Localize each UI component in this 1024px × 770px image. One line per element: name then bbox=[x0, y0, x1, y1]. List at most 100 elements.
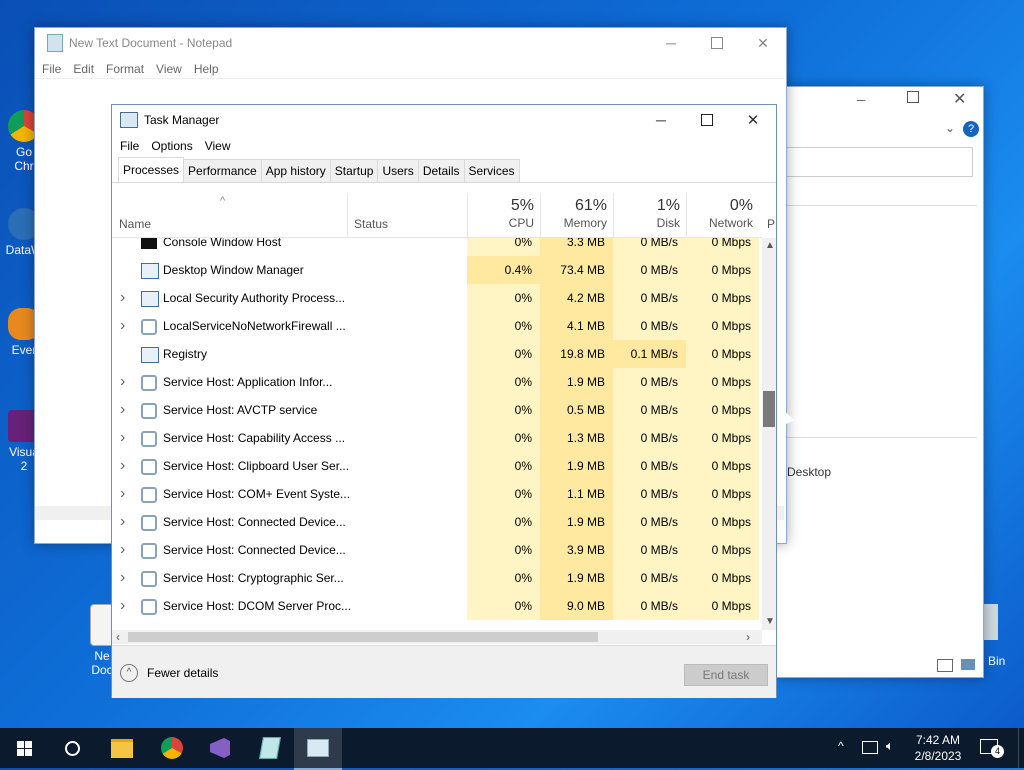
table-row[interactable]: › Service Host: AVCTP service 0% 0.5 MB 0 MB… bbox=[112, 396, 762, 424]
chevron-down-icon[interactable]: ⌄ bbox=[945, 121, 955, 135]
gear-icon bbox=[141, 431, 157, 447]
large-icons-view-icon[interactable] bbox=[961, 659, 975, 670]
menu-help[interactable]: Help bbox=[188, 58, 225, 80]
action-center-button[interactable]: 4 bbox=[980, 736, 1004, 758]
table-row[interactable]: Console Window Host 0% 3.3 MB 0 MB/s 0 Mbps bbox=[112, 238, 762, 256]
horizontal-scrollbar[interactable]: ‹ › bbox=[112, 630, 762, 644]
menu-file[interactable]: File bbox=[36, 58, 67, 80]
network-icon[interactable] bbox=[862, 741, 878, 754]
column-header-name[interactable]: Name bbox=[119, 217, 151, 231]
clock[interactable]: 7:42 AM 2/8/2023 bbox=[906, 732, 970, 764]
scroll-down-arrow[interactable]: ▼ bbox=[765, 616, 775, 627]
explorer-window[interactable]: ─ ✕ ⌄ ? Desktop bbox=[776, 86, 984, 678]
column-header-disk[interactable]: 1% Disk bbox=[613, 193, 686, 237]
expand-chevron-icon[interactable]: › bbox=[120, 396, 130, 424]
minimize-button[interactable]: ─ bbox=[857, 93, 866, 107]
network-cell: 0 Mbps bbox=[686, 256, 759, 284]
search-button[interactable] bbox=[48, 728, 96, 768]
table-row[interactable]: › Service Host: COM+ Event Syste... 0% 1.1 … bbox=[112, 480, 762, 508]
expand-chevron-icon[interactable]: › bbox=[120, 368, 130, 396]
details-view-icon[interactable] bbox=[937, 659, 953, 672]
column-header-status[interactable]: Status bbox=[347, 193, 467, 237]
tab-details[interactable]: Details bbox=[417, 159, 465, 182]
column-header-network[interactable]: 0% Network bbox=[686, 193, 759, 237]
taskbar-visual-studio[interactable] bbox=[196, 728, 244, 768]
expand-chevron-icon[interactable]: › bbox=[120, 424, 130, 452]
table-row[interactable]: › Service Host: DCOM Server Proc... 0% 9.0 … bbox=[112, 592, 762, 620]
taskbar-task-manager[interactable] bbox=[294, 728, 342, 770]
menu-edit[interactable]: Edit bbox=[67, 58, 100, 80]
desktop-nav-item[interactable]: Desktop bbox=[787, 465, 831, 479]
table-row[interactable]: › Local Security Authority Process... 0% 4.… bbox=[112, 284, 762, 312]
expand-chevron-icon[interactable]: › bbox=[120, 452, 130, 480]
tab-strip: Processes Performance App history Startu… bbox=[118, 157, 520, 182]
menu-file[interactable]: File bbox=[114, 135, 145, 157]
search-field[interactable] bbox=[785, 147, 973, 177]
help-icon[interactable]: ? bbox=[963, 121, 979, 137]
table-row[interactable]: › Service Host: Capability Access ... 0% 1.… bbox=[112, 424, 762, 452]
table-row[interactable]: › Service Host: Cryptographic Ser... 0% 1.9… bbox=[112, 564, 762, 592]
close-button[interactable]: ✕ bbox=[953, 89, 966, 109]
table-row[interactable]: › Service Host: Connected Device... 0% 1.9 … bbox=[112, 508, 762, 536]
task-manager-footer: ^ Fewer details End task bbox=[112, 645, 776, 698]
volume-icon[interactable]: 🔈︎ bbox=[886, 738, 894, 754]
table-row[interactable]: › LocalServiceNoNetworkFirewall ... 0% 4.1 … bbox=[112, 312, 762, 340]
network-cell: 0 Mbps bbox=[686, 396, 759, 424]
scroll-thumb[interactable] bbox=[128, 632, 598, 642]
window-title: New Text Document - Notepad bbox=[69, 36, 233, 50]
menu-format[interactable]: Format bbox=[100, 58, 150, 80]
disk-cell: 0.1 MB/s bbox=[613, 340, 686, 368]
end-task-button[interactable]: End task bbox=[684, 664, 768, 686]
menu-options[interactable]: Options bbox=[145, 135, 198, 157]
expand-chevron-icon[interactable]: › bbox=[120, 480, 130, 508]
tab-performance[interactable]: Performance bbox=[183, 159, 262, 182]
scroll-right-arrow[interactable]: › bbox=[746, 630, 750, 644]
maximize-button[interactable] bbox=[907, 91, 919, 103]
maximize-button[interactable] bbox=[684, 105, 730, 135]
menu-view[interactable]: View bbox=[150, 58, 188, 80]
minimize-button[interactable]: ─ bbox=[638, 105, 684, 135]
column-header-cpu[interactable]: 5% CPU bbox=[467, 193, 540, 237]
expand-chevron-icon[interactable]: › bbox=[120, 536, 130, 564]
close-button[interactable]: ✕ bbox=[730, 105, 776, 135]
task-manager-window[interactable]: Task Manager ─ ✕ File Options View Proce… bbox=[111, 104, 777, 698]
task-manager-titlebar[interactable]: Task Manager ─ ✕ bbox=[112, 105, 776, 135]
maximize-button[interactable] bbox=[694, 28, 740, 58]
notepad-titlebar[interactable]: New Text Document - Notepad ─ ✕ bbox=[35, 28, 786, 58]
taskbar-notepad[interactable] bbox=[246, 728, 294, 768]
clock-time: 7:42 AM bbox=[915, 733, 961, 747]
taskbar-chrome[interactable] bbox=[148, 728, 196, 768]
minimize-button[interactable]: ─ bbox=[648, 28, 694, 58]
show-desktop-button[interactable] bbox=[1018, 728, 1024, 768]
table-row[interactable]: Registry 0% 19.8 MB 0.1 MB/s 0 Mbps bbox=[112, 340, 762, 368]
table-row[interactable]: Desktop Window Manager 0.4% 73.4 MB 0 MB/s 0… bbox=[112, 256, 762, 284]
show-hidden-icons-chevron-icon[interactable]: ^ bbox=[838, 739, 844, 753]
tab-app-history[interactable]: App history bbox=[260, 159, 331, 182]
table-row[interactable]: › Service Host: Connected Device... 0% 3.9 … bbox=[112, 536, 762, 564]
expand-chevron-icon[interactable]: › bbox=[120, 284, 130, 312]
taskbar-file-explorer[interactable] bbox=[98, 728, 146, 768]
table-row[interactable]: › Service Host: Application Infor... 0% 1.9… bbox=[112, 368, 762, 396]
expand-chevron-icon[interactable]: › bbox=[120, 312, 130, 340]
cpu-cell: 0% bbox=[467, 368, 540, 396]
close-button[interactable]: ✕ bbox=[740, 28, 786, 58]
table-row[interactable]: › Service Host: Clipboard User Ser... 0% 1.… bbox=[112, 452, 762, 480]
tab-users[interactable]: Users bbox=[377, 159, 419, 182]
memory-cell: 73.4 MB bbox=[540, 256, 613, 284]
column-header-power-clipped[interactable]: P bbox=[767, 217, 775, 231]
fewer-details-button[interactable]: ^ Fewer details bbox=[120, 664, 218, 682]
memory-cell: 4.2 MB bbox=[540, 284, 613, 312]
scroll-up-arrow[interactable]: ▲ bbox=[765, 240, 775, 251]
menu-view[interactable]: View bbox=[199, 135, 237, 157]
tab-services[interactable]: Services bbox=[463, 159, 520, 182]
recycle-bin-desktop-icon[interactable]: e Bin bbox=[978, 604, 1022, 668]
scroll-left-arrow[interactable]: ‹ bbox=[116, 630, 120, 644]
start-button[interactable] bbox=[0, 728, 48, 768]
expand-chevron-icon[interactable]: › bbox=[120, 564, 130, 592]
tab-processes[interactable]: Processes bbox=[118, 157, 185, 182]
column-header-memory[interactable]: 61% Memory bbox=[540, 193, 613, 237]
expand-chevron-icon[interactable]: › bbox=[120, 592, 130, 620]
expand-chevron-icon[interactable]: › bbox=[120, 508, 130, 536]
tab-startup[interactable]: Startup bbox=[329, 159, 379, 182]
vertical-scrollbar[interactable]: ▲ ▼ bbox=[762, 238, 776, 630]
